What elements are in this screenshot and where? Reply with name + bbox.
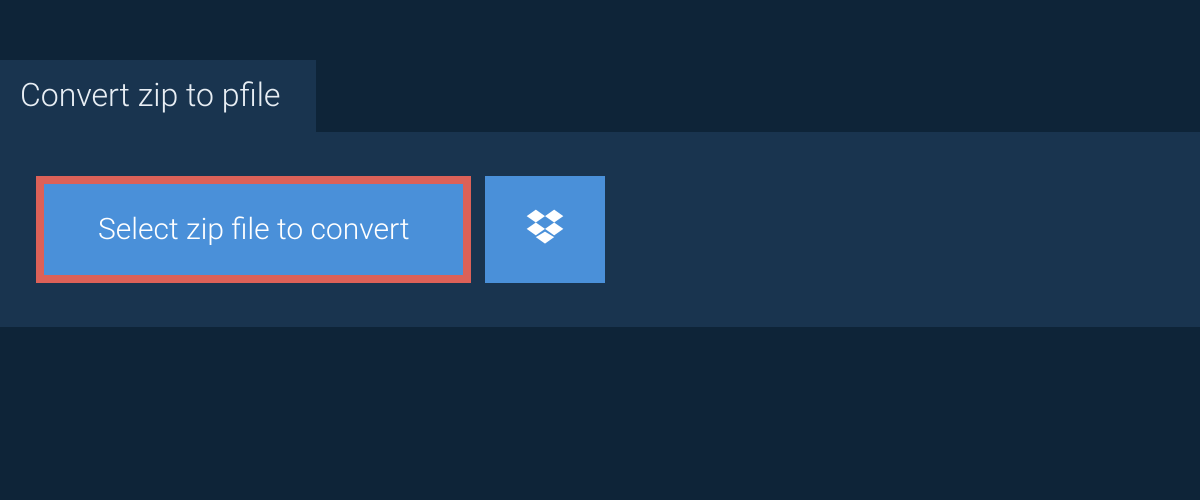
tab-bar: Convert zip to pfile — [0, 0, 1200, 132]
dropbox-icon — [523, 206, 567, 254]
main-panel: Select zip file to convert — [0, 132, 1200, 327]
dropbox-button[interactable] — [485, 176, 605, 283]
tab-convert[interactable]: Convert zip to pfile — [0, 60, 316, 132]
tab-title: Convert zip to pfile — [20, 76, 280, 114]
select-file-button[interactable]: Select zip file to convert — [36, 176, 471, 283]
select-file-label: Select zip file to convert — [98, 212, 409, 247]
